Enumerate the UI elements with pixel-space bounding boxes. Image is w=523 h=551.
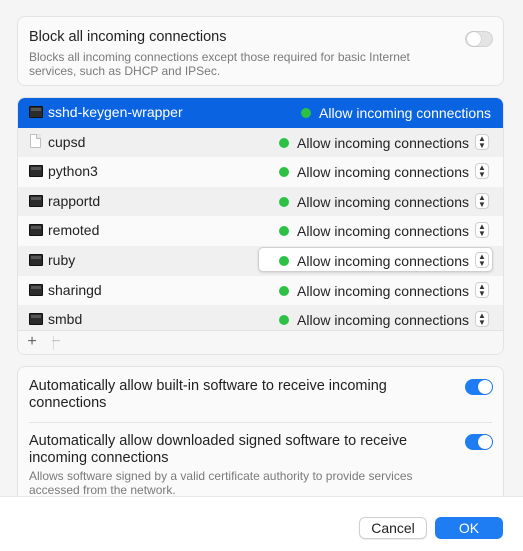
popup-chevron-icon[interactable]: ▲ ▼ xyxy=(475,192,489,209)
remove-app-button[interactable]: − xyxy=(46,333,66,351)
status-dot-icon xyxy=(279,137,290,148)
auto-builtin-label: Automatically allow built-in software to… xyxy=(29,378,387,411)
status-label: Allow incoming connections xyxy=(297,193,469,210)
auto-builtin-toggle[interactable] xyxy=(465,379,493,395)
divider xyxy=(29,422,492,423)
status-label: Allow incoming connections xyxy=(319,105,491,121)
terminal-icon xyxy=(29,283,43,296)
status-dot-icon xyxy=(279,256,290,266)
auto-signed-description: Allows software signed by a valid certif… xyxy=(29,469,413,496)
app-row[interactable]: sharingd Allow incoming connections ▲ ▼ xyxy=(18,276,503,306)
status-label: Allow incoming connections xyxy=(297,312,469,329)
status-dot-icon xyxy=(279,315,290,326)
connection-status-popup[interactable]: Allow incoming connections xyxy=(271,280,469,302)
ok-button[interactable]: OK xyxy=(435,517,503,539)
block-all-toggle[interactable] xyxy=(465,31,493,47)
terminal-icon xyxy=(29,254,43,266)
popup-chevron-icon[interactable]: ▲ ▼ xyxy=(475,252,489,268)
toggle-knob xyxy=(478,435,492,449)
terminal-icon xyxy=(29,194,43,207)
block-all-card: Block all incoming connections Blocks al… xyxy=(17,16,504,86)
status-label: Allow incoming connections xyxy=(297,282,469,299)
block-all-title: Block all incoming connections xyxy=(29,29,227,45)
popup-chevron-icon[interactable]: ▲ ▼ xyxy=(475,133,489,150)
terminal-icon xyxy=(29,106,43,118)
app-row[interactable]: rapportd Allow incoming connections ▲ ▼ xyxy=(18,186,503,217)
block-all-description: Blocks all incoming connections except t… xyxy=(29,50,410,78)
list-footer: + − xyxy=(18,330,503,354)
status-dot-icon xyxy=(301,108,312,118)
connection-status-popup[interactable]: Allow incoming connections xyxy=(271,250,469,272)
connection-status-popup[interactable]: Allow incoming connections xyxy=(271,191,469,213)
terminal-icon xyxy=(29,224,43,237)
popup-chevron-icon[interactable]: ▲ ▼ xyxy=(475,163,489,180)
app-row[interactable]: sshd-keygen-wrapper Allow incoming connec… xyxy=(18,98,503,128)
connection-status-popup[interactable]: Allow incoming connections xyxy=(271,161,469,183)
app-name: rapportd xyxy=(48,192,101,209)
app-name: cupsd xyxy=(48,133,86,150)
status-dot-icon xyxy=(279,226,290,237)
auto-signed-toggle[interactable] xyxy=(465,434,493,450)
app-name: sharingd xyxy=(48,281,102,298)
status-label: Allow incoming connections xyxy=(297,223,469,240)
popup-chevron-icon[interactable]: ▲ ▼ xyxy=(475,281,489,298)
popup-chevron-icon[interactable]: ▲ ▼ xyxy=(475,311,489,328)
status-dot-icon xyxy=(279,285,290,296)
auto-signed-label: Automatically allow downloaded signed so… xyxy=(29,433,408,466)
status-label: Allow incoming connections xyxy=(297,164,469,181)
app-name: smbd xyxy=(48,311,83,328)
terminal-icon xyxy=(29,165,43,178)
status-label: Allow incoming connections xyxy=(297,253,469,269)
connection-status-popup[interactable]: Allow incoming connections xyxy=(271,220,469,242)
status-label: Allow incoming connections xyxy=(297,134,469,151)
auto-allow-card: Automatically allow built-in software to… xyxy=(17,366,504,496)
status-dot-icon xyxy=(279,167,290,178)
dialog-button-bar: Cancel OK xyxy=(0,496,523,551)
terminal-icon xyxy=(29,313,43,326)
app-row[interactable]: remoted Allow incoming connections ▲ ▼ xyxy=(18,216,503,246)
cancel-button[interactable]: Cancel xyxy=(359,517,427,539)
app-name: sshd-keygen-wrapper xyxy=(48,104,183,120)
app-name: python3 xyxy=(48,163,98,180)
app-name: remoted xyxy=(48,222,100,239)
status-dot-icon xyxy=(279,196,290,207)
app-list: sshd-keygen-wrapper Allow incoming connec… xyxy=(17,97,504,355)
file-icon xyxy=(30,133,41,148)
app-row[interactable]: python3 Allow incoming connections ▲ ▼ xyxy=(18,157,503,187)
connection-status-popup[interactable]: Allow incoming connections xyxy=(293,102,491,124)
app-row[interactable]: ruby Allow incoming connections ▲ ▼ xyxy=(18,246,503,276)
connection-status-popup[interactable]: Allow incoming connections xyxy=(271,309,469,331)
add-app-button[interactable]: + xyxy=(22,333,42,351)
toggle-knob xyxy=(478,380,492,394)
popup-chevron-icon[interactable]: ▲ ▼ xyxy=(475,222,489,239)
app-name: ruby xyxy=(48,252,76,268)
app-row[interactable]: cupsd Allow incoming connections ▲ ▼ xyxy=(18,127,503,158)
toggle-knob xyxy=(467,32,481,46)
connection-status-popup[interactable]: Allow incoming connections xyxy=(271,132,469,154)
settings-scroll-area[interactable]: Block all incoming connections Blocks al… xyxy=(0,0,523,496)
